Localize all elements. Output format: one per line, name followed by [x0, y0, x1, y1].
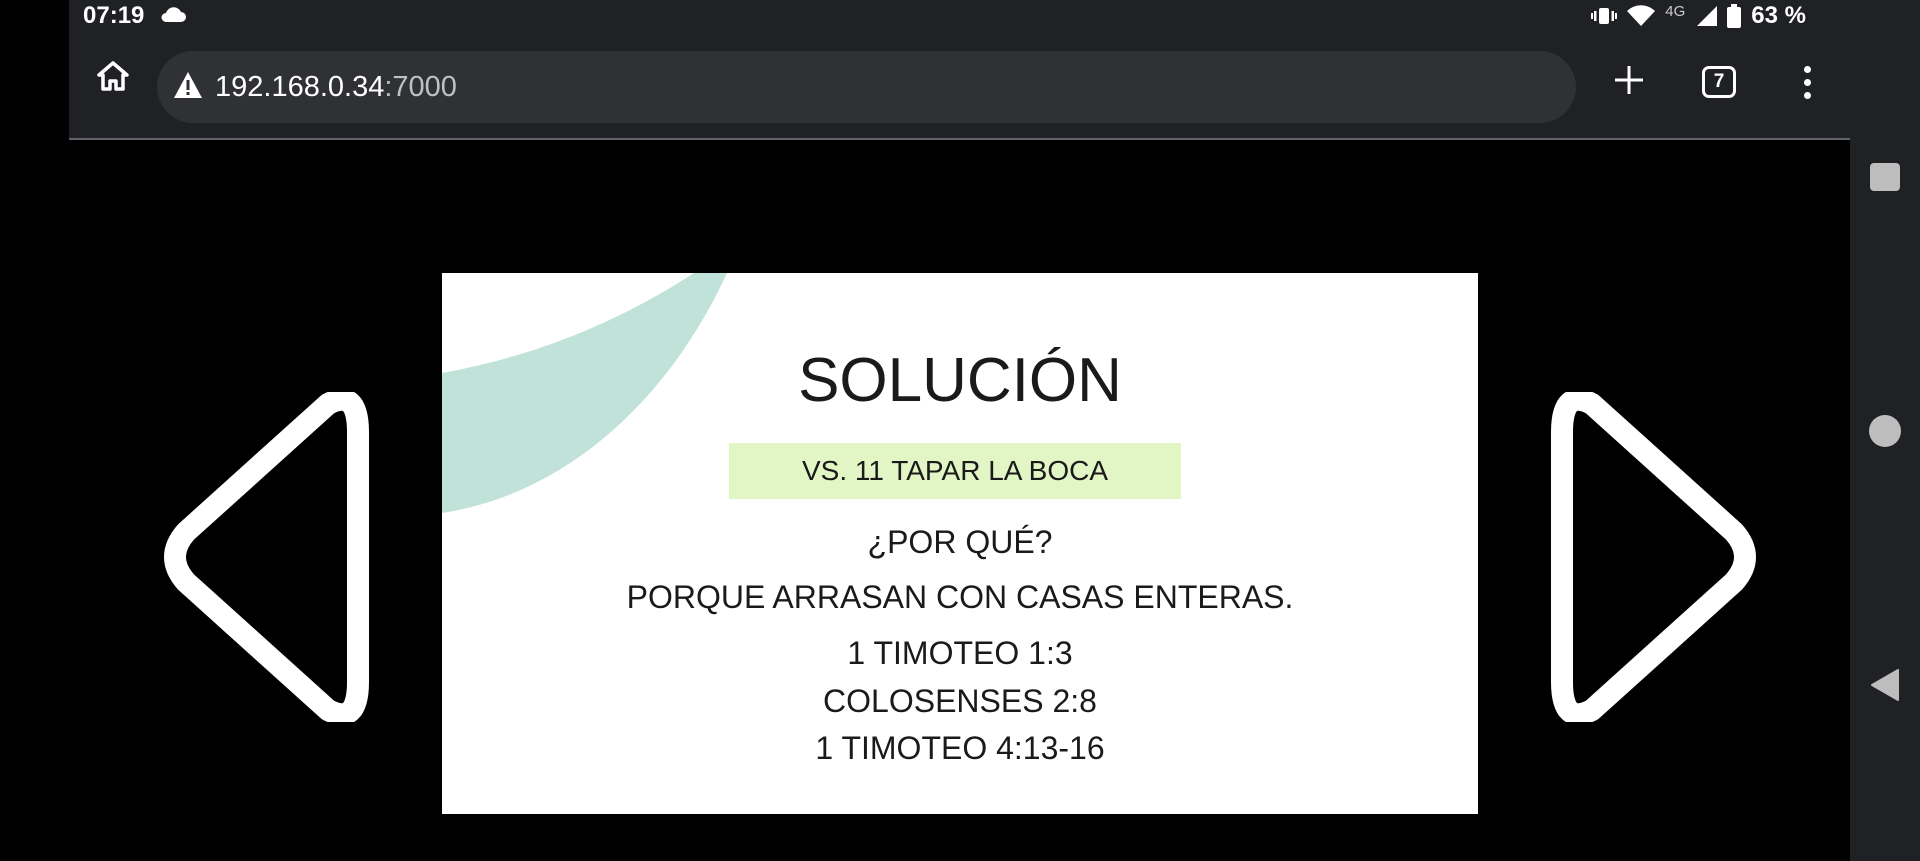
home-icon	[95, 58, 131, 99]
next-slide-button[interactable]	[1548, 388, 1762, 727]
tab-switcher-button[interactable]: 7	[1691, 54, 1747, 110]
vibrate-icon	[1591, 5, 1618, 27]
home-button[interactable]	[89, 54, 137, 102]
slide-subtitle-box: VS. 11 TAPAR LA BOCA	[729, 443, 1181, 499]
browser-toolbar: 192.168.0.34:7000 7	[69, 32, 1850, 140]
tab-switcher-icon: 7	[1702, 66, 1736, 98]
status-icons: 4G 63 %	[1591, 1, 1806, 31]
battery-icon	[1727, 4, 1742, 28]
recents-button[interactable]	[1850, 147, 1920, 207]
home-nav-button[interactable]	[1850, 401, 1920, 461]
network-label: 4G	[1665, 2, 1686, 20]
menu-dot	[1803, 78, 1811, 86]
triangle-left-icon	[158, 388, 372, 726]
slide-line-question: ¿POR QUÉ?	[867, 524, 1053, 560]
plus-icon	[1613, 64, 1645, 101]
triangle-right-icon	[1548, 388, 1762, 726]
slide-line-answer: PORQUE ARRASAN CON CASAS ENTERAS.	[626, 579, 1294, 615]
back-nav-button[interactable]	[1850, 655, 1920, 715]
new-tab-button[interactable]	[1601, 54, 1657, 110]
back-triangle-icon	[1870, 668, 1900, 702]
url-text: 192.168.0.34:7000	[215, 71, 457, 104]
slide-line-reference-2: COLOSENSES 2:8	[823, 683, 1097, 719]
presentation-slide: SOLUCIÓN VS. 11 TAPAR LA BOCA ¿POR QUÉ? …	[442, 273, 1478, 814]
address-bar[interactable]: 192.168.0.34:7000	[157, 51, 1576, 123]
status-bar: 07:19 4G 63 %	[69, 0, 1850, 32]
wifi-icon	[1627, 5, 1656, 27]
circle-icon	[1869, 415, 1901, 447]
battery-percent: 63 %	[1751, 2, 1806, 29]
status-time: 07:19	[83, 2, 145, 29]
menu-dot	[1803, 91, 1811, 99]
left-bezel	[0, 0, 69, 861]
url-host: 192.168.0.34	[215, 71, 385, 103]
more-vert-icon	[1803, 65, 1811, 73]
system-navigation-bar	[1850, 0, 1920, 861]
tab-count: 7	[1713, 71, 1725, 92]
previous-slide-button[interactable]	[158, 388, 372, 727]
square-icon	[1870, 163, 1900, 191]
cell-signal-icon	[1695, 5, 1718, 27]
warning-icon[interactable]	[173, 71, 203, 104]
more-menu-button[interactable]	[1779, 54, 1835, 110]
slide-line-reference-3: 1 TIMOTEO 4:13-16	[815, 730, 1105, 766]
slide-line-reference-1: 1 TIMOTEO 1:3	[847, 635, 1073, 671]
slide-title: SOLUCIÓN	[798, 346, 1122, 415]
slide-subtitle: VS. 11 TAPAR LA BOCA	[801, 455, 1109, 486]
url-port: :7000	[384, 71, 457, 103]
cloud-icon	[159, 5, 187, 28]
